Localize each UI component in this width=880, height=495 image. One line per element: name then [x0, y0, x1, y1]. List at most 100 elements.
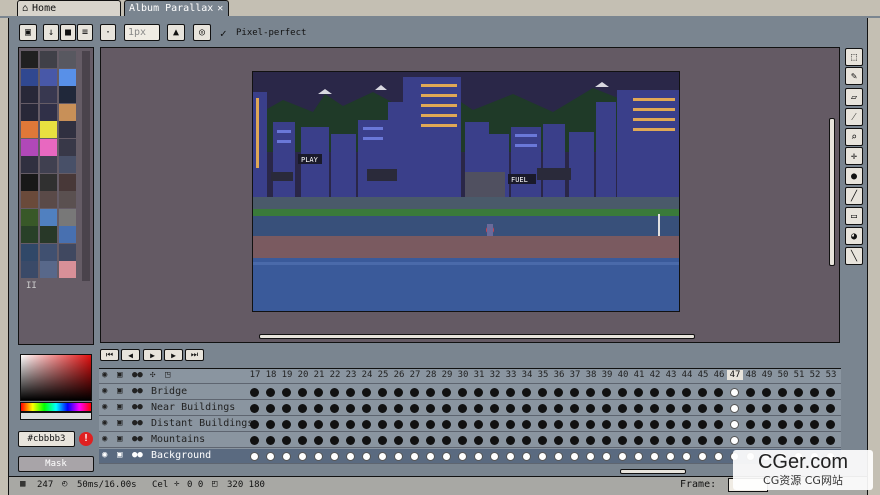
layer-name[interactable]: Mountains: [151, 434, 205, 445]
cel[interactable]: [378, 420, 387, 429]
cel[interactable]: [778, 436, 787, 445]
cel[interactable]: [554, 452, 563, 461]
cel[interactable]: [266, 436, 275, 445]
palette-swatch[interactable]: [40, 68, 57, 86]
new-layer-icon[interactable]: ◳: [165, 370, 170, 380]
cel[interactable]: [682, 420, 691, 429]
eyedropper-tool[interactable]: ⁄: [845, 108, 863, 126]
timeline-horizontal-scrollbar[interactable]: [620, 469, 686, 474]
cel[interactable]: [826, 388, 835, 397]
cel[interactable]: [810, 404, 819, 413]
sprite-canvas[interactable]: PLAY FUEL: [252, 71, 680, 312]
palette-swatch[interactable]: [40, 121, 57, 138]
layer-name[interactable]: Bridge: [151, 386, 187, 397]
palette-swatch[interactable]: [21, 173, 38, 191]
palette-swatch[interactable]: [21, 103, 38, 121]
cel[interactable]: [458, 436, 467, 445]
cel[interactable]: [410, 452, 419, 461]
cel[interactable]: [394, 436, 403, 445]
cel[interactable]: [570, 388, 579, 397]
cel[interactable]: [522, 404, 531, 413]
cel[interactable]: [586, 452, 595, 461]
cel[interactable]: [314, 452, 323, 461]
frame-number[interactable]: 27: [407, 370, 423, 380]
import-button[interactable]: ↓: [43, 24, 59, 41]
palette-swatch[interactable]: [40, 261, 57, 278]
link-icon[interactable]: ●●: [132, 418, 143, 428]
layer-name[interactable]: Distant Buildings: [151, 418, 253, 429]
cel[interactable]: [570, 436, 579, 445]
link-icon[interactable]: ●●: [132, 386, 143, 396]
cel[interactable]: [570, 404, 579, 413]
warning-icon[interactable]: !: [79, 432, 93, 446]
cel[interactable]: [282, 420, 291, 429]
cel[interactable]: [442, 388, 451, 397]
frame-number[interactable]: 50: [775, 370, 791, 380]
cel[interactable]: [698, 452, 707, 461]
cel[interactable]: [634, 452, 643, 461]
cel[interactable]: [762, 436, 771, 445]
last-frame-button[interactable]: ⏭: [185, 349, 204, 361]
cel[interactable]: [538, 388, 547, 397]
cel[interactable]: [266, 452, 275, 461]
lock-button[interactable]: ▣: [19, 24, 37, 41]
frame-number[interactable]: 36: [551, 370, 567, 380]
cel[interactable]: [458, 420, 467, 429]
palette-swatch[interactable]: [21, 121, 38, 138]
cel[interactable]: [522, 420, 531, 429]
palette-swatch[interactable]: [59, 243, 76, 261]
cel[interactable]: [538, 452, 547, 461]
cel[interactable]: [762, 388, 771, 397]
frame-number[interactable]: 35: [535, 370, 551, 380]
cel[interactable]: [426, 388, 435, 397]
palette-swatch[interactable]: [59, 191, 76, 208]
frame-number[interactable]: 49: [759, 370, 775, 380]
visibility-icon[interactable]: ◉: [102, 402, 107, 412]
brush-size-input[interactable]: 1px: [124, 24, 160, 41]
palette-swatch[interactable]: [59, 173, 76, 191]
cel[interactable]: [762, 404, 771, 413]
cel[interactable]: [442, 420, 451, 429]
cel[interactable]: [250, 452, 259, 461]
color-gradient-picker[interactable]: [20, 354, 92, 401]
cel[interactable]: [570, 420, 579, 429]
cel[interactable]: [490, 420, 499, 429]
cel[interactable]: [762, 420, 771, 429]
contour-tool[interactable]: ◕: [845, 227, 863, 245]
cel[interactable]: [314, 420, 323, 429]
next-frame-button[interactable]: ▶: [164, 349, 183, 361]
cel[interactable]: [714, 420, 723, 429]
lock-icon[interactable]: ▣: [117, 418, 122, 428]
palette-swatch[interactable]: [21, 208, 38, 226]
blur-tool[interactable]: ╲: [845, 247, 863, 265]
cel[interactable]: [650, 452, 659, 461]
cel[interactable]: [410, 420, 419, 429]
cel[interactable]: [362, 404, 371, 413]
cel[interactable]: [602, 388, 611, 397]
layer-row[interactable]: ◉ ▣ ●● Mountains: [99, 433, 841, 448]
cel[interactable]: [554, 436, 563, 445]
frame-number[interactable]: 33: [503, 370, 519, 380]
cel[interactable]: [442, 404, 451, 413]
cel[interactable]: [666, 452, 675, 461]
cel[interactable]: [346, 436, 355, 445]
cel[interactable]: [522, 452, 531, 461]
palette-swatch[interactable]: [59, 138, 76, 156]
cel[interactable]: [634, 388, 643, 397]
frame-number[interactable]: 47: [727, 370, 743, 380]
cel[interactable]: [586, 436, 595, 445]
frame-number[interactable]: 37: [567, 370, 583, 380]
brush-type-button[interactable]: ▲: [167, 24, 185, 41]
lock-icon[interactable]: ▣: [117, 450, 122, 460]
cel[interactable]: [426, 404, 435, 413]
cel[interactable]: [474, 404, 483, 413]
cel[interactable]: [698, 388, 707, 397]
frame-number[interactable]: 24: [359, 370, 375, 380]
cel[interactable]: [314, 388, 323, 397]
cel[interactable]: [602, 452, 611, 461]
layer-name[interactable]: Background: [151, 450, 211, 461]
cel[interactable]: [490, 452, 499, 461]
frame-number[interactable]: 18: [263, 370, 279, 380]
visibility-icon[interactable]: ◉: [102, 450, 107, 460]
cel[interactable]: [554, 420, 563, 429]
